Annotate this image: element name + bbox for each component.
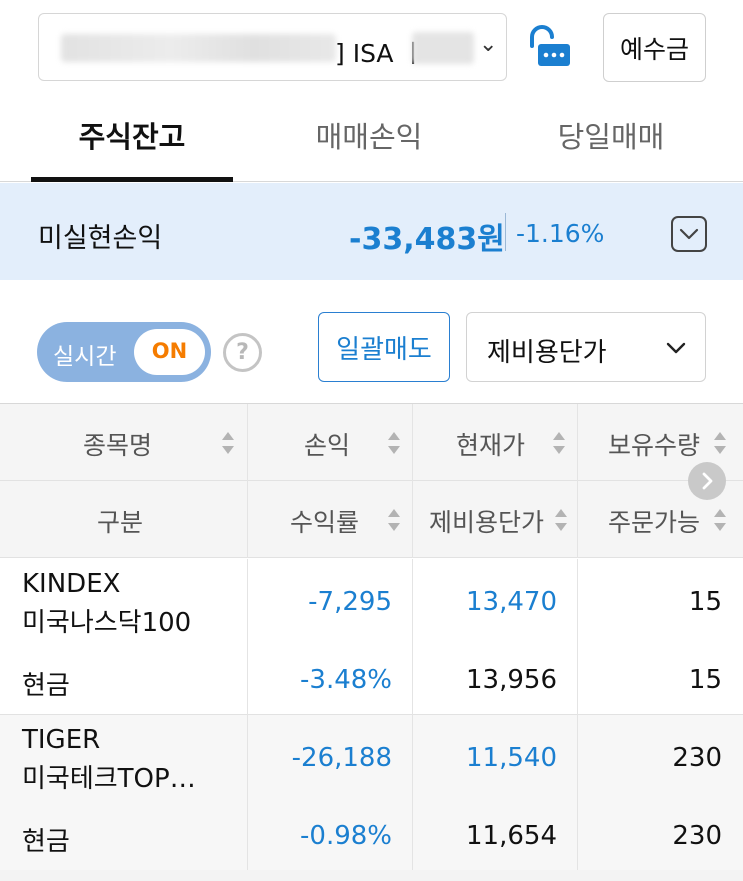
column-divider (412, 559, 413, 715)
sort-icon (388, 432, 400, 454)
stock-name-line1: TIGER (22, 725, 101, 755)
table-row[interactable]: KINDEX 미국나스닥100 현금 -7,295 -3.48% 13,470 … (0, 559, 743, 715)
bulk-sell-button[interactable]: 일괄매도 (318, 312, 450, 382)
cost-price-value: 11,654 (466, 821, 557, 851)
chevron-down-icon (666, 342, 686, 354)
header-profit[interactable]: 손익 (247, 404, 412, 481)
divider (505, 213, 506, 251)
sort-icon (388, 509, 400, 531)
profit-value: -7,295 (308, 587, 392, 617)
expand-chevron-icon[interactable] (671, 216, 707, 252)
quantity-value: 230 (672, 743, 722, 773)
header-profit-rate[interactable]: 수익률 (247, 481, 412, 558)
account-category: 현금 (22, 671, 70, 701)
sort-icon (714, 432, 726, 454)
column-divider (577, 559, 578, 715)
unrealized-pnl-banner: 미실현손익 -33,483원 -1.16% (0, 183, 743, 280)
table-row[interactable]: TIGER 미국테크TOP… 현금 -26,188 -0.98% 11,540 … (0, 715, 743, 871)
stock-name-line2: 미국나스닥100 (22, 608, 192, 638)
tab-trading-pnl[interactable]: 매매손익 (268, 114, 470, 156)
realtime-label: 실시간 (53, 344, 117, 370)
account-category: 현금 (22, 827, 70, 857)
stock-name-line1: KINDEX (22, 569, 121, 599)
column-divider (247, 559, 248, 715)
orderable-value: 230 (672, 821, 722, 851)
cost-basis-select[interactable]: 제비용단가 (466, 312, 706, 382)
column-divider (247, 715, 248, 871)
sort-icon (555, 509, 567, 531)
header-current-price[interactable]: 현재가 (412, 404, 577, 481)
bottom-edge (0, 870, 743, 881)
profit-value: -26,188 (291, 743, 392, 773)
header-cost-price[interactable]: 제비용단가 (412, 481, 577, 558)
profit-rate-value: -0.98% (300, 821, 392, 851)
lock-icon[interactable] (524, 24, 572, 70)
scroll-right-icon[interactable] (688, 462, 726, 500)
cost-basis-selected: 제비용단가 (487, 338, 607, 368)
stock-name-line2: 미국테크TOP… (22, 764, 196, 794)
holdings-table: 종목명 손익 현재가 보유수량 구분 수익률 제비용단가 주문가능 KINDEX… (0, 403, 743, 881)
sort-icon (714, 509, 726, 531)
help-icon[interactable]: ? (223, 333, 262, 372)
current-price-value: 11,540 (466, 743, 557, 773)
active-tab-indicator (31, 177, 233, 182)
cost-price-value: 13,956 (466, 665, 557, 695)
column-divider (412, 715, 413, 871)
realtime-toggle[interactable]: 실시간 ON (37, 322, 211, 382)
sort-icon (553, 432, 565, 454)
current-price-value: 13,470 (466, 587, 557, 617)
tab-today-trades[interactable]: 당일매매 (510, 114, 712, 156)
profit-rate-value: -3.48% (300, 665, 392, 695)
column-divider (577, 715, 578, 871)
sort-icon (222, 432, 234, 454)
account-selector[interactable]: ] ISA ㅣ ⌄ (38, 13, 507, 81)
header-stock-name[interactable]: 종목명 (0, 404, 247, 481)
tab-stock-balance[interactable]: 주식잔고 (31, 114, 233, 156)
chevron-down-icon: ⌄ (479, 32, 498, 57)
tab-bar: 주식잔고 매매손익 당일매매 (0, 100, 743, 182)
table-header-row: 구분 수익률 제비용단가 주문가능 (0, 481, 743, 558)
pnl-rate: -1.16% (516, 219, 605, 248)
header-category: 구분 (97, 508, 144, 537)
table-header-row: 종목명 손익 현재가 보유수량 (0, 404, 743, 481)
toggle-knob: ON (134, 329, 205, 375)
masked-account-owner (412, 32, 474, 64)
orderable-value: 15 (688, 665, 722, 695)
pnl-label: 미실현손익 (38, 223, 163, 254)
quantity-value: 15 (688, 587, 722, 617)
toggle-state-text: ON (151, 339, 188, 363)
pnl-amount: -33,483원 (349, 222, 505, 257)
masked-account-number (61, 34, 336, 62)
deposit-button[interactable]: 예수금 (603, 13, 706, 82)
